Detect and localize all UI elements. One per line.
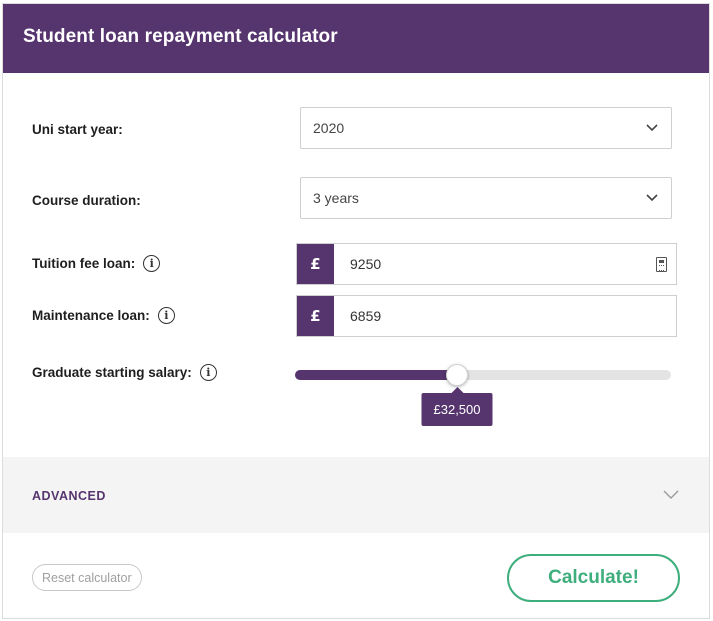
maintenance-loan-input[interactable]	[334, 296, 676, 336]
graduate-salary-label: Graduate starting salary: i	[32, 364, 217, 381]
calculator-card: Student loan repayment calculator Uni st…	[2, 3, 710, 619]
page-title: Student loan repayment calculator	[23, 26, 338, 47]
currency-prefix: £	[297, 296, 334, 336]
salary-value-tooltip: £32,500	[421, 387, 493, 426]
course-duration-select[interactable]: 3 years	[300, 177, 672, 219]
tuition-fee-loan-field: £	[296, 243, 677, 285]
maintenance-loan-label: Maintenance loan: i	[32, 307, 175, 324]
salary-slider-thumb[interactable]	[446, 364, 468, 386]
info-icon[interactable]: i	[199, 364, 217, 381]
uni-start-year-value: 2020	[313, 120, 345, 136]
course-duration-label-text: Course duration:	[32, 193, 141, 208]
header: Student loan repayment calculator	[3, 4, 709, 73]
chevron-down-icon	[646, 194, 658, 202]
course-duration-value: 3 years	[313, 190, 359, 206]
uni-start-year-select[interactable]: 2020	[300, 107, 672, 149]
maintenance-loan-field: £	[296, 295, 677, 337]
maintenance-loan-label-text: Maintenance loan:	[32, 308, 150, 323]
tuition-fee-loan-label-text: Tuition fee loan:	[32, 256, 136, 271]
info-icon[interactable]: i	[157, 307, 175, 324]
advanced-label: ADVANCED	[32, 489, 106, 503]
uni-start-year-label-text: Uni start year:	[32, 122, 123, 137]
uni-start-year-label: Uni start year:	[32, 122, 123, 137]
salary-slider[interactable]	[295, 364, 671, 386]
info-icon[interactable]: i	[143, 255, 161, 272]
salary-slider-fill	[295, 370, 457, 380]
tuition-fee-loan-label: Tuition fee loan: i	[32, 255, 161, 272]
reset-calculator-button[interactable]: Reset calculator	[32, 564, 142, 591]
advanced-section-toggle[interactable]: ADVANCED	[3, 457, 709, 533]
currency-prefix: £	[297, 244, 334, 284]
graduate-salary-label-text: Graduate starting salary:	[32, 365, 192, 380]
chevron-down-icon	[663, 490, 679, 499]
calculate-button[interactable]: Calculate!	[507, 554, 680, 602]
calculator-icon[interactable]	[656, 257, 667, 272]
tuition-fee-loan-input[interactable]	[334, 244, 676, 284]
chevron-down-icon	[646, 124, 658, 132]
course-duration-label: Course duration:	[32, 193, 141, 208]
